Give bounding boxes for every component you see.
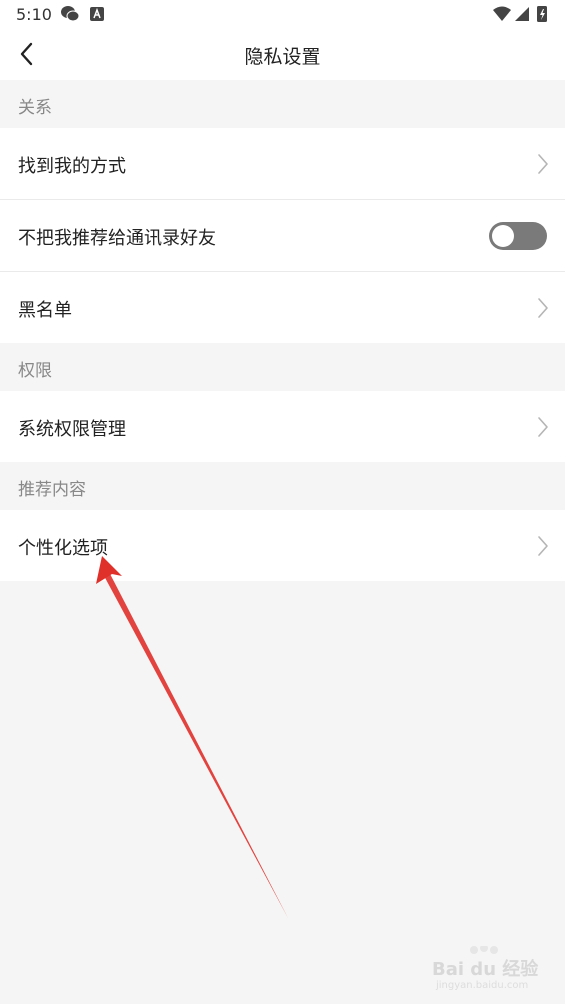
- wifi-icon: [493, 6, 511, 21]
- status-time: 5:10: [16, 5, 52, 24]
- signal-icon: [515, 7, 529, 21]
- section-title: 推荐内容: [18, 480, 86, 500]
- chevron-right-icon: [538, 536, 548, 556]
- section-title: 关系: [18, 98, 52, 118]
- chevron-right-icon: [538, 154, 548, 174]
- row-label: 黑名单: [18, 300, 72, 321]
- section-title: 权限: [18, 361, 52, 381]
- watermark-sub: jingyan.baidu.com: [436, 980, 529, 991]
- section-header-permissions: 权限: [0, 343, 565, 391]
- title-bar: 隐私设置: [0, 30, 565, 80]
- status-bar: 5:10: [0, 0, 565, 30]
- status-right-icons: [493, 6, 547, 22]
- watermark-text: Bai du 经验: [432, 959, 539, 980]
- toggle-knob: [492, 225, 514, 247]
- no-recommend-toggle[interactable]: [489, 222, 547, 250]
- row-blacklist[interactable]: 黑名单: [0, 272, 565, 343]
- section-header-relationship: 关系: [0, 80, 565, 128]
- row-label: 找到我的方式: [18, 156, 126, 177]
- section-header-recommended-content: 推荐内容: [0, 462, 565, 510]
- a-notification-icon: [90, 7, 104, 21]
- row-label: 不把我推荐给通讯录好友: [18, 228, 216, 249]
- row-system-permissions[interactable]: 系统权限管理: [0, 391, 565, 462]
- wechat-icon: [61, 6, 80, 22]
- chevron-right-icon: [538, 298, 548, 318]
- page-title: 隐私设置: [244, 46, 321, 68]
- battery-charging-icon: [537, 6, 547, 22]
- row-label: 个性化选项: [18, 538, 108, 559]
- chevron-right-icon: [538, 417, 548, 437]
- row-find-me-method[interactable]: 找到我的方式: [0, 128, 565, 199]
- row-label: 系统权限管理: [18, 419, 126, 440]
- row-personalization-options[interactable]: 个性化选项: [0, 510, 565, 581]
- row-no-recommend-contacts: 不把我推荐给通讯录好友: [0, 200, 565, 271]
